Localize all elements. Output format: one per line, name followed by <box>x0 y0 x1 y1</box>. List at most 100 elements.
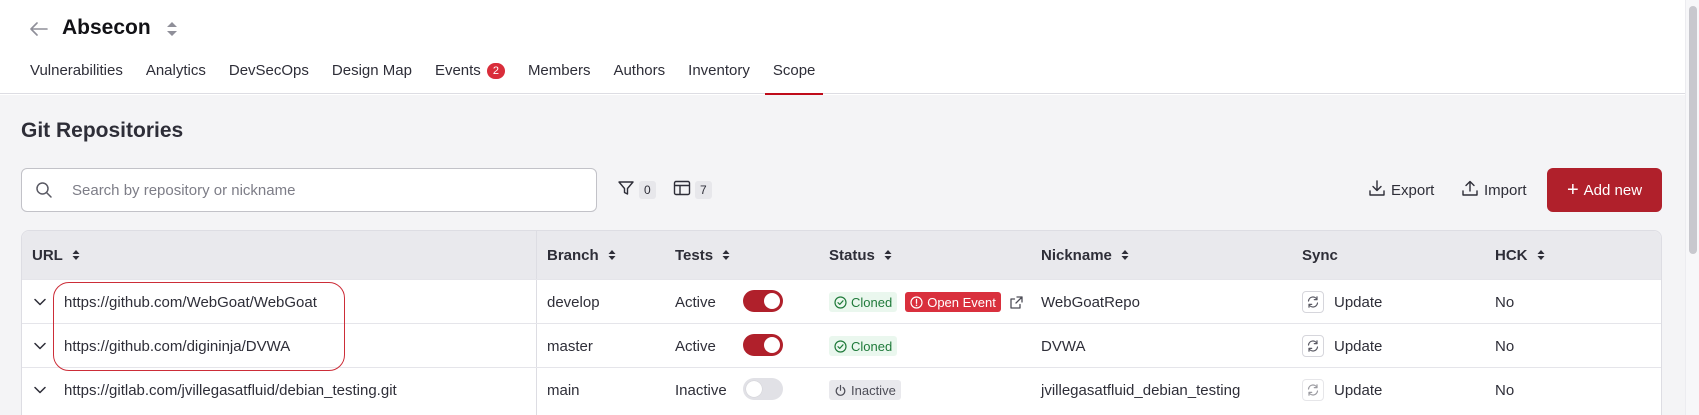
tab-label: Authors <box>613 62 666 79</box>
status-label: Inactive <box>851 382 896 398</box>
arrow-left-icon[interactable] <box>28 18 50 40</box>
external-link-icon[interactable] <box>1009 295 1024 310</box>
power-icon <box>835 384 846 396</box>
tab-devsecops[interactable]: DevSecOps <box>229 62 309 94</box>
sort-arrows-icon[interactable] <box>165 19 179 39</box>
tab-label: Inventory <box>688 62 750 79</box>
column-header-status[interactable]: Status <box>829 231 892 279</box>
add-new-label: Add new <box>1583 181 1643 199</box>
column-header-nickname[interactable]: Nickname <box>1041 231 1129 279</box>
tab-authors[interactable]: Authors <box>613 62 665 94</box>
status-label: Cloned <box>851 338 893 354</box>
table-row[interactable]: https://github.com/WebGoat/WebGoat devel… <box>22 279 1661 323</box>
search-box <box>21 168 597 212</box>
sort-icon <box>884 249 892 261</box>
column-header-sync: Sync <box>1302 231 1338 279</box>
tab-analytics[interactable]: Analytics <box>146 62 206 94</box>
column-label: URL <box>32 246 63 264</box>
nickname-cell: jvillegasatfluid_debian_testing <box>1041 381 1241 399</box>
branch-cell: develop <box>547 293 600 311</box>
tab-scope[interactable]: Scope <box>764 62 824 95</box>
column-header-hck[interactable]: HCK <box>1495 231 1545 279</box>
status-badge: Cloned <box>829 336 898 356</box>
status-cell: Cloned <box>829 324 898 368</box>
refresh-icon <box>1302 335 1324 357</box>
table-row[interactable]: https://github.com/digininja/DVWA master… <box>22 323 1661 367</box>
sort-icon <box>1537 249 1545 261</box>
status-badge: Cloned <box>829 292 898 312</box>
table-row[interactable]: https://gitlab.com/jvillegasatfluid/debi… <box>22 367 1661 411</box>
alert-circle-icon <box>910 295 923 309</box>
tests-toggle[interactable] <box>743 378 783 400</box>
columns-button[interactable]: 7 <box>673 180 712 200</box>
tab-design-map[interactable]: Design Map <box>332 62 412 94</box>
filter-icon <box>617 179 635 202</box>
tab-label: Vulnerabilities <box>30 62 123 79</box>
columns-icon <box>673 180 691 201</box>
section-title: Git Repositories <box>21 119 184 142</box>
toggle-knob <box>764 293 780 309</box>
toggle-knob <box>746 381 762 397</box>
chevron-down-icon[interactable] <box>31 368 49 412</box>
tab-inventory[interactable]: Inventory <box>688 62 750 94</box>
sync-label: Update <box>1334 381 1383 399</box>
tab-events[interactable]: Events 2 <box>435 62 505 94</box>
status-cell: Cloned Open Event <box>829 280 1024 324</box>
events-count-badge: 2 <box>486 63 505 79</box>
check-circle-icon <box>834 339 847 353</box>
tab-label: Members <box>527 62 591 79</box>
export-label: Export <box>1391 181 1435 199</box>
column-header-url[interactable]: URL <box>32 231 80 279</box>
branch-cell: master <box>547 337 593 355</box>
chevron-down-icon[interactable] <box>31 324 49 368</box>
status-cell: Inactive <box>829 368 901 412</box>
filter-button[interactable]: 0 <box>617 180 656 200</box>
repositories-table: URL Branch Tests Status Nickname Sync HC… <box>21 230 1662 415</box>
upload-icon <box>1461 179 1484 201</box>
open-event-badge[interactable]: Open Event <box>905 292 1001 312</box>
vertical-scrollbar[interactable] <box>1685 0 1699 415</box>
column-label: Nickname <box>1041 246 1112 264</box>
tab-members[interactable]: Members <box>528 62 591 94</box>
tab-vulnerabilities[interactable]: Vulnerabilities <box>30 62 123 94</box>
repo-url: https://gitlab.com/jvillegasatfluid/debi… <box>64 381 397 399</box>
column-header-tests[interactable]: Tests <box>675 231 730 279</box>
toggle-knob <box>764 337 780 353</box>
branch-cell: main <box>547 381 580 399</box>
sync-button[interactable]: Update <box>1302 368 1382 412</box>
export-button[interactable]: Export <box>1368 178 1434 202</box>
column-label: HCK <box>1495 246 1528 264</box>
tab-label: Design Map <box>331 62 412 79</box>
sync-label: Update <box>1334 293 1383 311</box>
scrollbar-thumb[interactable] <box>1689 6 1697 254</box>
download-icon <box>1368 179 1391 201</box>
import-button[interactable]: Import <box>1461 178 1527 202</box>
sync-button[interactable]: Update <box>1302 324 1382 368</box>
tab-label: Scope <box>772 62 816 79</box>
sync-label: Update <box>1334 337 1383 355</box>
column-label: Status <box>829 246 875 264</box>
tests-toggle[interactable] <box>743 290 783 312</box>
chevron-down-icon[interactable] <box>31 280 49 324</box>
filter-count: 0 <box>639 181 656 199</box>
import-label: Import <box>1484 181 1527 199</box>
column-header-branch[interactable]: Branch <box>547 231 616 279</box>
tests-label: Active <box>675 337 716 355</box>
tests-label: Inactive <box>675 381 727 399</box>
columns-count: 7 <box>695 181 712 199</box>
tab-label: Events <box>434 62 481 79</box>
page-title: Absecon <box>62 16 151 39</box>
sort-icon <box>722 249 730 261</box>
sync-button[interactable]: Update <box>1302 280 1382 324</box>
column-label: Tests <box>675 246 714 264</box>
hck-cell: No <box>1495 293 1515 311</box>
tests-toggle[interactable] <box>743 334 783 356</box>
search-input[interactable] <box>72 181 552 199</box>
search-icon <box>34 180 54 200</box>
status-label: Cloned <box>851 294 893 310</box>
repo-url: https://github.com/digininja/DVWA <box>64 337 291 355</box>
sort-icon <box>72 249 80 261</box>
add-new-button[interactable]: + Add new <box>1547 168 1662 212</box>
refresh-icon <box>1302 379 1324 401</box>
column-label: Sync <box>1302 246 1338 264</box>
